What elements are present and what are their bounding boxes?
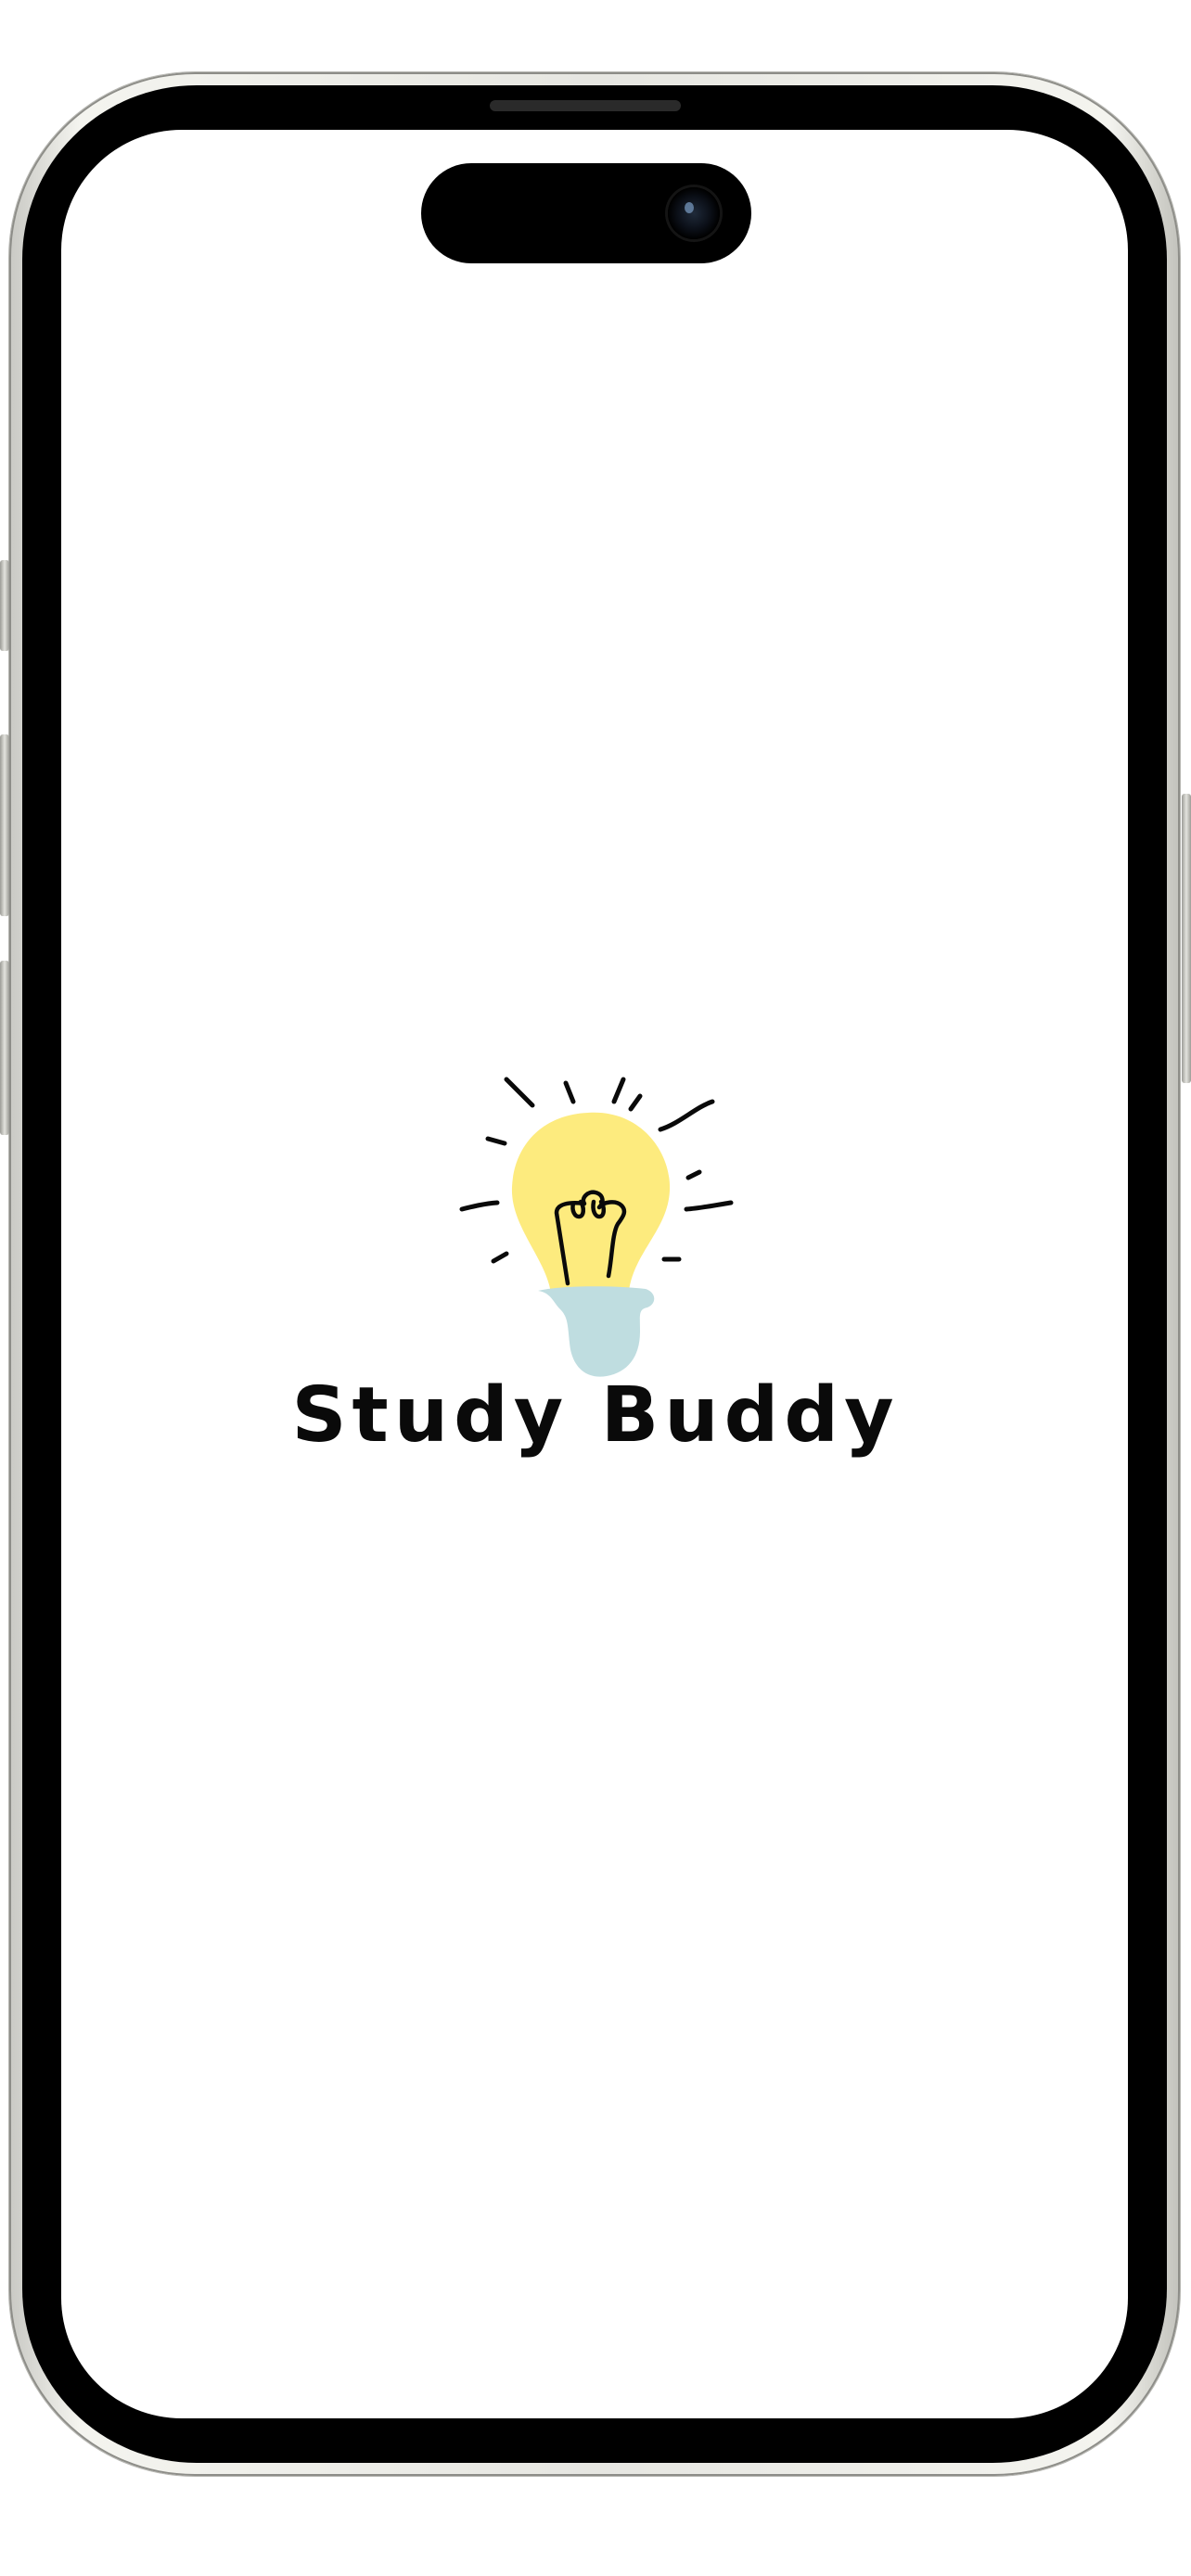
camera-icon (668, 187, 720, 239)
action-button (0, 560, 9, 651)
volume-up-button (0, 734, 9, 916)
app-title: Study Buddy (291, 1371, 900, 1460)
power-button (1182, 794, 1191, 1083)
lightbulb-icon (459, 1077, 734, 1377)
app-logo (449, 1063, 742, 1391)
earpiece-speaker (490, 100, 681, 111)
volume-down-button (0, 961, 9, 1135)
dynamic-island (421, 163, 751, 263)
